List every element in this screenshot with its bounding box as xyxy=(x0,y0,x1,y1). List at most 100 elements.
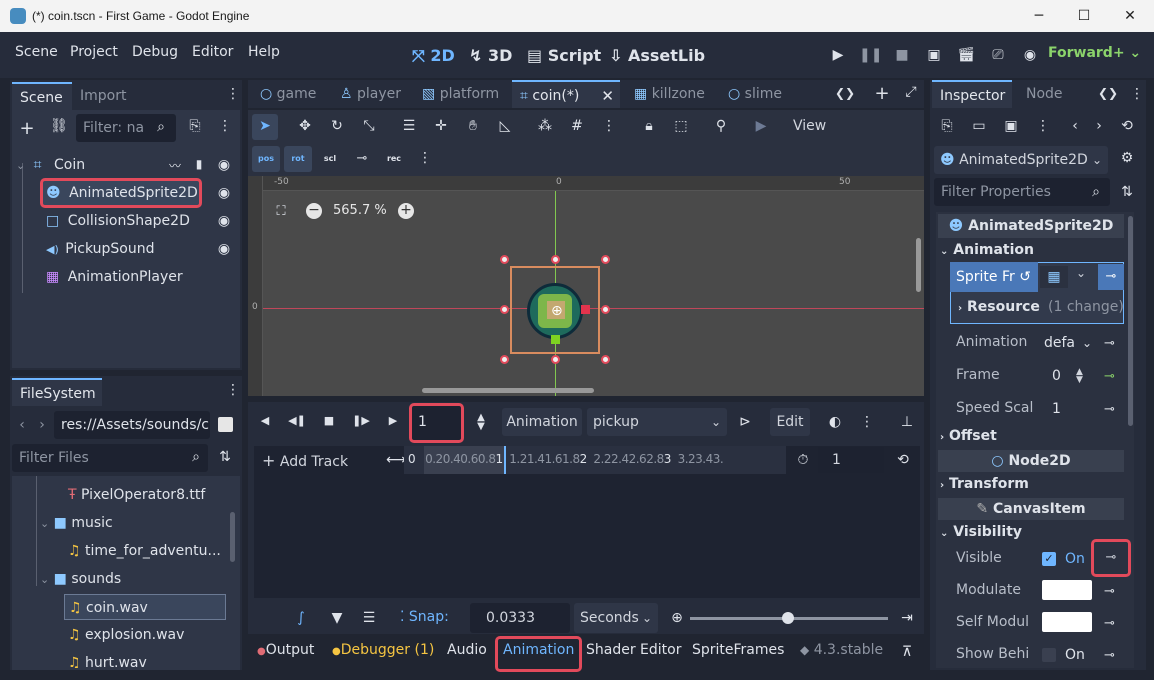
minimize-button[interactable]: ─ xyxy=(1024,4,1054,28)
key-rotation-toggle[interactable]: rot xyxy=(284,146,312,172)
sort-icon[interactable]: ⇅ xyxy=(216,449,234,465)
speed-value-field[interactable]: 1 xyxy=(1040,396,1096,422)
viewport-v-scrollbar[interactable] xyxy=(916,238,921,292)
self-modulate-color-swatch[interactable] xyxy=(1042,612,1092,632)
resize-handle[interactable] xyxy=(500,355,509,364)
center-view-icon[interactable]: ⛶ xyxy=(272,204,290,219)
spinner-arrows-icon[interactable]: ▲ ▼ xyxy=(474,413,488,432)
path-field[interactable]: res://Assets/sounds/c xyxy=(54,411,210,439)
play-from-start-icon[interactable]: ❚▶ xyxy=(352,414,370,427)
show-behind-checkbox[interactable] xyxy=(1042,648,1056,662)
section-offset[interactable]: › Offset xyxy=(940,428,997,444)
link-icon[interactable]: ⛓︎ xyxy=(50,118,68,134)
inspector-scrollbar[interactable] xyxy=(1128,216,1133,426)
canvas-viewport[interactable]: -50 0 50 0 ⛶ − 565.7 % + ⊕ xyxy=(248,176,924,396)
group-icon[interactable]: ⬚ xyxy=(672,118,690,134)
scene-more-icon[interactable]: ⋮ xyxy=(216,118,234,134)
bottom-tab-spriteframes[interactable]: SpriteFrames xyxy=(692,642,784,658)
filter-properties-input[interactable]: Filter Properties xyxy=(934,178,1110,206)
visible-key-icon[interactable]: ⊸ xyxy=(1091,539,1131,577)
tab-filesystem[interactable]: FileSystem xyxy=(12,378,102,406)
bezier-icon[interactable]: ∫ xyxy=(292,610,310,626)
smart-snap-icon[interactable]: ⁂ xyxy=(536,118,554,134)
view-menu[interactable]: View xyxy=(793,118,826,134)
onion-options-icon[interactable]: ⋮ xyxy=(858,414,876,430)
tree-item-animatedsprite2d[interactable]: ☻ AnimatedSprite2D xyxy=(40,178,202,208)
move-tool-icon[interactable]: ✥ xyxy=(296,118,314,134)
scene-tab-player[interactable]: ♙ player xyxy=(332,80,409,108)
visibility-eye-icon[interactable]: ◉ xyxy=(216,241,232,257)
history-back-icon[interactable]: ‹ xyxy=(1066,118,1084,134)
bottom-tab-audio[interactable]: Audio xyxy=(447,642,487,658)
loop-icon[interactable]: ⟲ xyxy=(894,452,912,468)
file-scrollbar[interactable] xyxy=(230,512,235,562)
add-node-icon[interactable]: + xyxy=(18,118,36,139)
visibility-eye-icon[interactable]: ◉ xyxy=(216,213,232,229)
file-item-selected[interactable]: ♫ coin.wav xyxy=(64,594,226,620)
spriteframes-resource-icon[interactable]: ▦ xyxy=(1040,266,1068,288)
folder-item[interactable]: ⌄ ■ sounds xyxy=(40,566,121,592)
mode-2d-button[interactable]: ⤧ 2D xyxy=(412,46,455,66)
resize-handle[interactable] xyxy=(601,255,610,264)
menu-scene[interactable]: Scene xyxy=(15,44,58,60)
resize-handle[interactable] xyxy=(601,355,610,364)
add-scene-tab-icon[interactable]: + xyxy=(872,83,892,104)
bottom-tab-shader-editor[interactable]: Shader Editor xyxy=(586,642,681,658)
menu-debug[interactable]: Debug xyxy=(132,44,178,60)
filter-files-input[interactable]: Filter Files xyxy=(12,444,208,472)
key-scale-toggle[interactable]: scl xyxy=(316,146,344,172)
resource-menu-icon[interactable]: ⋮ xyxy=(1034,118,1052,134)
bottom-tab-animation[interactable]: Animation xyxy=(494,636,583,672)
menu-editor[interactable]: Editor xyxy=(192,44,233,60)
autoplay-icon[interactable]: ⊳ xyxy=(736,414,754,430)
file-item[interactable]: ♫ explosion.wav xyxy=(68,622,184,648)
section-transform[interactable]: › Transform xyxy=(940,476,1029,492)
key-icon[interactable]: ⊸ xyxy=(1104,336,1115,351)
animation-select[interactable]: pickup ⌄ xyxy=(587,408,727,436)
track-list-icon[interactable]: ☰ xyxy=(360,610,378,626)
property-options-icon[interactable]: ⇅ xyxy=(1118,184,1136,200)
resize-handle[interactable] xyxy=(551,255,560,264)
snap-value-field[interactable]: 0.0333 xyxy=(470,603,570,633)
tab-scroll-icon[interactable]: ❮❯ xyxy=(834,86,856,100)
renderer-selector[interactable]: Forward+ ⌄ xyxy=(1048,45,1141,61)
snap-options-icon[interactable]: ⋮ xyxy=(600,118,618,134)
pin-panel-icon[interactable]: ⊥ xyxy=(898,414,916,430)
play-animation-icon[interactable]: ▶ xyxy=(386,414,400,427)
anim-key-options-icon[interactable]: ⋮ xyxy=(416,150,434,166)
onion-skin-icon[interactable]: ◐ xyxy=(826,414,844,430)
stop-animation-icon[interactable]: ■ xyxy=(322,414,336,427)
select-tool-icon[interactable]: ➤ xyxy=(256,118,274,134)
key-icon[interactable]: ⊸ xyxy=(1104,616,1115,631)
y-move-handle[interactable] xyxy=(551,335,560,344)
camera-override-icon[interactable]: ▶ xyxy=(752,118,770,134)
pivot-tool-icon[interactable]: ✛ xyxy=(432,118,450,134)
tab-inspector[interactable]: Inspector xyxy=(932,80,1012,108)
play-backwards-icon[interactable]: ◀❚ xyxy=(288,414,306,427)
skeleton-icon[interactable]: ⚲ xyxy=(712,118,730,134)
folder-item[interactable]: ⌄ ■ music xyxy=(40,510,113,536)
menu-help[interactable]: Help xyxy=(248,44,280,60)
snap-unit-select[interactable]: Seconds ⌄ xyxy=(574,603,658,633)
visibility-eye-icon[interactable]: ◉ xyxy=(216,157,232,173)
mode-3d-button[interactable]: ↯ 3D xyxy=(469,46,512,65)
resize-handle[interactable] xyxy=(500,255,509,264)
tree-item-animationplayer[interactable]: ▦ AnimationPlayer xyxy=(46,264,183,290)
viewport-h-scrollbar[interactable] xyxy=(422,388,594,393)
play-icon[interactable]: ▶ xyxy=(827,44,849,66)
timeline-ruler[interactable]: 0 0.20.40.60.81 1.21.41.61.82 2.22.42.62… xyxy=(404,446,786,474)
visible-checkbox[interactable]: ✓ xyxy=(1042,552,1056,566)
key-icon[interactable]: ⊸ xyxy=(1104,648,1115,663)
scene-tab-slime[interactable]: ○ slime xyxy=(720,80,790,108)
lock-icon[interactable]: 🔒︎ xyxy=(640,118,658,134)
key-icon[interactable]: ⊸ xyxy=(1098,264,1124,290)
signal-icon[interactable]: 〰 xyxy=(168,157,182,174)
bottom-tab-output[interactable]: ●Output xyxy=(257,642,314,658)
zoom-in-icon[interactable]: + xyxy=(398,203,414,219)
key-icon[interactable]: ⊸ xyxy=(1104,584,1115,599)
split-view-icon[interactable] xyxy=(218,417,233,432)
snap-toggle[interactable]: ⁚ Snap: xyxy=(400,609,449,625)
revert-icon[interactable]: ↺ xyxy=(1019,269,1031,285)
scene-tab-killzone[interactable]: ▦ killzone xyxy=(626,80,713,108)
filter-tracks-icon[interactable]: ▼ xyxy=(328,610,346,626)
